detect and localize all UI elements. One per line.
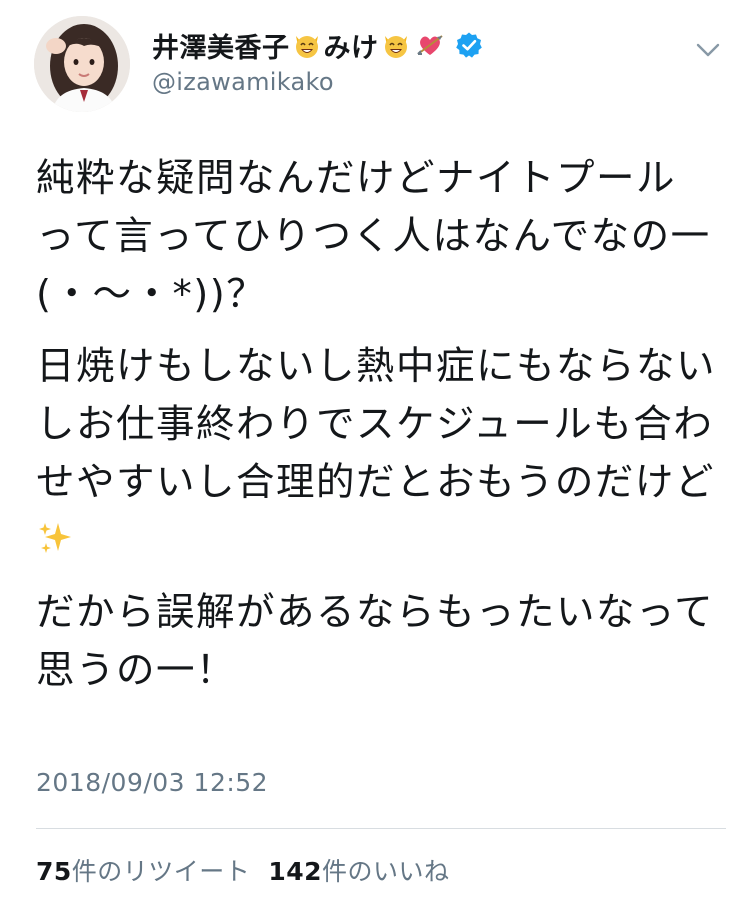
like-label: 件のいいね <box>322 857 450 886</box>
engagement-stats: 75件のリツイート 142件のいいね <box>36 852 450 888</box>
tweet-paragraph: だから誤解があるならもったいなって思うの一！ <box>36 590 715 693</box>
likes-link[interactable]: 142件のいいね <box>268 857 449 886</box>
retweets-link[interactable]: 75件のリツイート <box>36 857 250 886</box>
avatar-photo <box>34 16 130 112</box>
display-name[interactable]: 井澤美香子 <box>152 26 290 65</box>
tweet-card: 井澤美香子 みけ @izawamikako 純粋な疑問なんだけどナイトプールって… <box>0 0 750 908</box>
cat-smile-emoji-icon <box>381 30 411 60</box>
user-handle[interactable]: @izawamikako <box>152 68 672 96</box>
avatar[interactable] <box>34 16 130 112</box>
sparkles-emoji-icon <box>36 516 74 554</box>
tweet-text: 純粋な疑問なんだけどナイトプールって言ってひりつく人はなんでなの一(・〜・*))… <box>36 150 716 714</box>
divider <box>36 828 726 829</box>
like-count: 142 <box>268 857 322 886</box>
tweet-timestamp[interactable]: 2018/09/03 12:52 <box>36 768 268 797</box>
tweet-paragraph: 日焼けもしないし熱中症にもならないしお仕事終わりでスケジュールも合わせやすいし合… <box>36 338 716 570</box>
display-name-suffix[interactable]: みけ <box>324 26 379 65</box>
tweet-paragraph: 純粋な疑問なんだけどナイトプールって言ってひりつく人はなんでなの一(・〜・*))… <box>36 156 711 317</box>
user-header: 井澤美香子 みけ @izawamikako <box>152 26 672 96</box>
heart-arrow-emoji-icon <box>415 30 445 60</box>
more-options-chevron-down-icon[interactable] <box>694 40 722 60</box>
verified-badge-icon <box>455 31 483 59</box>
retweet-count: 75 <box>36 857 72 886</box>
retweet-label: 件のリツイート <box>71 857 251 886</box>
cat-smile-emoji-icon <box>292 30 322 60</box>
tweet-paragraph-text: 日焼けもしないし熱中症にもならないしお仕事終わりでスケジュールも合わせやすいし合… <box>36 344 717 505</box>
name-row[interactable]: 井澤美香子 みけ <box>152 26 672 64</box>
